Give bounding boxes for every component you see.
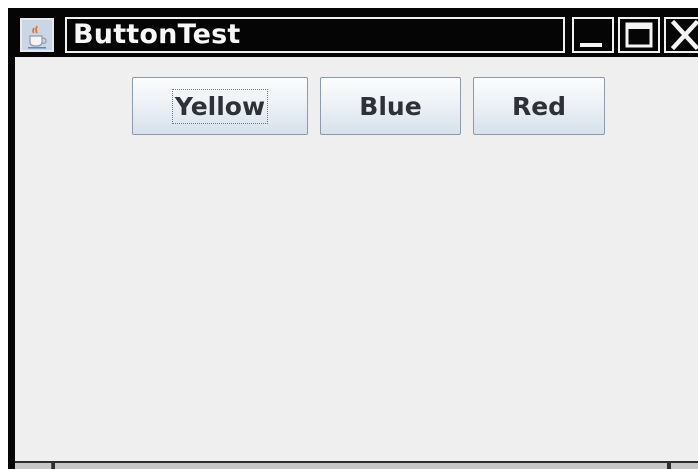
red-button-label: Red xyxy=(511,91,567,121)
window-bottom-border xyxy=(15,461,698,469)
close-icon xyxy=(670,19,698,51)
minimize-button[interactable] xyxy=(572,17,614,53)
app-window: ButtonTest Yellow Blue Red xyxy=(8,8,698,469)
button-panel: Yellow Blue Red xyxy=(15,57,698,461)
maximize-icon xyxy=(625,22,653,48)
resize-grip-bottom[interactable] xyxy=(55,463,667,469)
maximize-button[interactable] xyxy=(618,17,660,53)
resize-grip-left[interactable] xyxy=(15,463,52,469)
java-app-icon[interactable] xyxy=(20,18,54,52)
window-title: ButtonTest xyxy=(65,17,565,53)
resize-grip-right[interactable] xyxy=(671,463,698,469)
blue-button-label: Blue xyxy=(359,91,422,121)
close-button[interactable] xyxy=(664,17,698,53)
yellow-button-label: Yellow xyxy=(171,88,269,124)
title-bar[interactable]: ButtonTest xyxy=(8,8,698,56)
java-cup-icon xyxy=(22,20,52,50)
blue-button[interactable]: Blue xyxy=(320,77,461,135)
red-button[interactable]: Red xyxy=(473,77,605,135)
minimize-icon xyxy=(580,43,602,47)
yellow-button[interactable]: Yellow xyxy=(132,77,308,135)
